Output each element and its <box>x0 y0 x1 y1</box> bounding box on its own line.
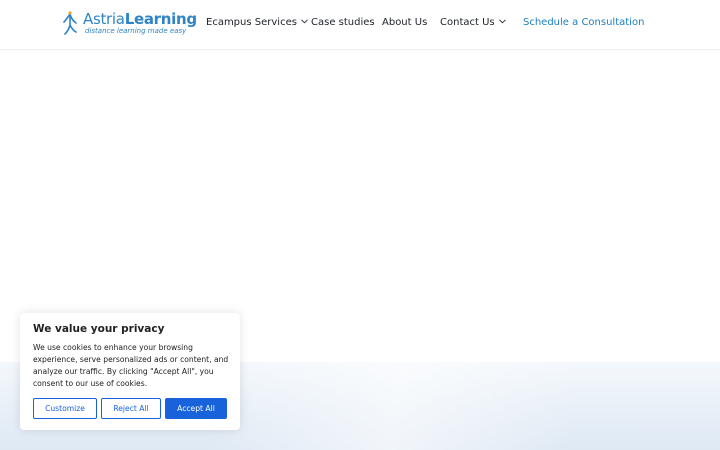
nav-ecampus-services[interactable]: Ecampus Services <box>206 16 308 30</box>
nav-about-us[interactable]: About Us <box>382 16 427 30</box>
schedule-consultation-link[interactable]: Schedule a Consultation <box>523 16 644 30</box>
accept-all-button[interactable]: Accept All <box>165 398 227 419</box>
site-logo[interactable]: AstriaLearning distance learning made ea… <box>61 10 197 38</box>
logo-tagline: distance learning made easy <box>85 27 187 35</box>
cookie-consent-banner: We value your privacy We use cookies to … <box>20 313 240 430</box>
chevron-down-icon <box>498 19 506 24</box>
site-header: AstriaLearning distance learning made ea… <box>0 0 720 50</box>
logo-wordmark: AstriaLearning <box>83 10 197 28</box>
reject-all-button[interactable]: Reject All <box>101 398 161 419</box>
logo-figure-icon <box>63 11 77 35</box>
logo-wordmark-part2: Learning <box>124 10 197 28</box>
cookie-banner-text: We use cookies to enhance your browsing … <box>33 343 229 388</box>
nav-case-studies[interactable]: Case studies <box>311 16 375 30</box>
chevron-down-icon <box>301 19 308 24</box>
logo-wordmark-part1: Astria <box>83 10 125 28</box>
nav-ecampus-services-label: Ecampus Services <box>206 17 297 28</box>
nav-contact-us[interactable]: Contact Us <box>440 16 506 30</box>
customize-button[interactable]: Customize <box>33 398 97 419</box>
nav-contact-us-label: Contact Us <box>440 17 495 28</box>
cookie-banner-title: We value your privacy <box>33 323 165 335</box>
